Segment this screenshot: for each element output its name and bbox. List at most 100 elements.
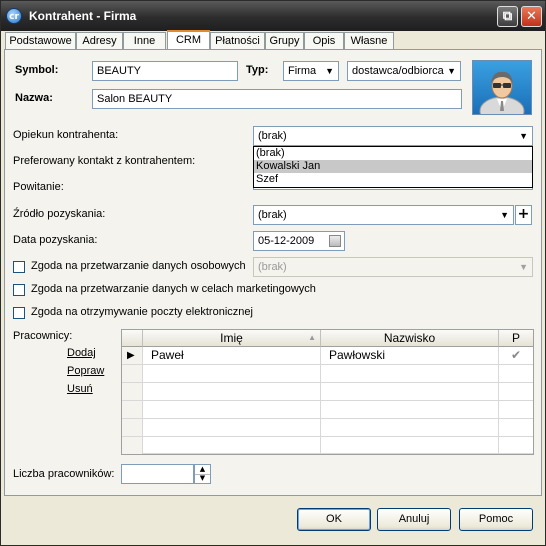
typ2-select-value: dostawca/odbiorca: [352, 65, 444, 77]
zrodlo-select[interactable]: (brak) ▼: [253, 205, 514, 225]
cell-nazwisko[interactable]: Pawłowski: [321, 347, 499, 364]
pracownicy-label: Pracownicy:: [13, 330, 73, 342]
tab-platnosci[interactable]: Płatności: [210, 32, 265, 49]
cell-imie[interactable]: Paweł: [143, 347, 321, 364]
employees-table[interactable]: Imię ▲ Nazwisko P ▶ Paweł Pawłowski ✔: [121, 329, 534, 455]
tab-adresy[interactable]: Adresy: [76, 32, 123, 49]
column-header-nazwisko[interactable]: Nazwisko: [321, 330, 499, 347]
row-indicator-header: [122, 330, 143, 347]
zgoda1-select: (brak) ▼: [253, 257, 533, 277]
chevron-down-icon: ▼: [519, 262, 528, 272]
symbol-label: Symbol:: [15, 64, 59, 76]
dialog-window: cr Kontrahent - Firma ⧉ ✕ Podstawowe Adr…: [0, 0, 546, 546]
add-employee-link[interactable]: Dodaj: [67, 347, 96, 359]
opiekun-select-value: (brak): [258, 130, 287, 142]
tab-opis[interactable]: Opis: [304, 32, 344, 49]
close-button[interactable]: ✕: [521, 6, 542, 27]
arrow-down-icon[interactable]: ▼: [195, 474, 210, 483]
person-icon: [479, 71, 525, 114]
opiekun-dropdown-list[interactable]: (brak) Kowalski Jan Szef: [253, 146, 533, 188]
delete-employee-link[interactable]: Usuń: [67, 383, 93, 395]
data-pozyskania-value: 05-12-2009: [258, 235, 315, 247]
app-logo-icon: cr: [6, 8, 22, 24]
column-header-p[interactable]: P: [499, 330, 533, 347]
nazwa-label: Nazwa:: [15, 92, 53, 104]
column-header-imie[interactable]: Imię ▲: [143, 330, 321, 347]
empty-cell: [321, 437, 499, 454]
row-pointer-icon: ▶: [122, 347, 143, 364]
tab-inne[interactable]: Inne: [123, 32, 166, 49]
calendar-icon[interactable]: [329, 235, 341, 247]
empty-cell: [143, 365, 321, 382]
dropdown-option[interactable]: (brak): [254, 147, 532, 160]
empty-cell: [321, 401, 499, 418]
row-indicator: [122, 419, 143, 436]
empty-cell: [143, 383, 321, 400]
zgoda2-checkbox[interactable]: [13, 284, 25, 296]
row-indicator: [122, 365, 143, 382]
row-indicator: [122, 437, 143, 454]
table-row-empty: [122, 383, 533, 401]
typ-label: Typ:: [246, 64, 269, 76]
add-source-button[interactable]: +: [515, 205, 532, 225]
empty-cell: [143, 437, 321, 454]
tab-crm[interactable]: CRM: [167, 30, 210, 50]
zgoda1-checkbox[interactable]: [13, 261, 25, 273]
empty-cell: [143, 401, 321, 418]
chevron-down-icon: ▼: [500, 210, 509, 220]
table-row-empty: [122, 419, 533, 437]
restore-button[interactable]: ⧉: [497, 6, 518, 27]
ok-button[interactable]: OK: [297, 508, 371, 531]
powitanie-label: Powitanie:: [13, 181, 64, 193]
symbol-input[interactable]: BEAUTY: [92, 61, 238, 81]
zgoda1-label: Zgoda na przetwarzanie danych osobowych: [31, 260, 246, 272]
employee-count-input[interactable]: [121, 464, 194, 484]
zgoda2-label: Zgoda na przetwarzanie danych w celach m…: [31, 283, 316, 295]
close-icon: ✕: [526, 9, 537, 24]
typ-select-value: Firma: [288, 65, 317, 77]
empty-cell: [143, 419, 321, 436]
contractor-avatar[interactable]: [472, 60, 532, 115]
table-row-empty: [122, 401, 533, 419]
zrodlo-select-value: (brak): [258, 209, 287, 221]
opiekun-select[interactable]: (brak) ▼: [253, 126, 533, 146]
empty-cell: [321, 365, 499, 382]
tab-podstawowe[interactable]: Podstawowe: [5, 32, 76, 49]
nazwa-input[interactable]: Salon BEAUTY: [92, 89, 462, 109]
employee-count-label: Liczba pracowników:: [13, 468, 115, 480]
row-indicator: [122, 401, 143, 418]
table-row-empty: [122, 365, 533, 383]
row-indicator: [122, 383, 143, 400]
checkmark-icon[interactable]: ✔: [499, 347, 533, 364]
table-row[interactable]: ▶ Paweł Pawłowski ✔: [122, 347, 533, 365]
plus-icon: +: [517, 206, 530, 222]
column-header-imie-label: Imię: [220, 331, 243, 345]
cancel-button[interactable]: Anuluj: [377, 508, 451, 531]
zgoda3-checkbox[interactable]: [13, 307, 25, 319]
preferowany-label: Preferowany kontakt z kontrahentem:: [13, 155, 196, 167]
title-bar[interactable]: cr Kontrahent - Firma ⧉ ✕: [1, 1, 545, 31]
help-button[interactable]: Pomoc: [459, 508, 533, 531]
zgoda3-label: Zgoda na otrzymywanie poczty elektronicz…: [31, 306, 253, 318]
tab-wlasne[interactable]: Własne: [344, 32, 394, 49]
table-row-empty: [122, 437, 533, 454]
chevron-down-icon: ▼: [447, 66, 456, 76]
sort-icon: ▲: [308, 333, 316, 342]
typ-select[interactable]: Firma ▼: [283, 61, 339, 81]
edit-employee-link[interactable]: Popraw: [67, 365, 104, 377]
employee-count-stepper[interactable]: ▲ ▼: [194, 464, 211, 484]
dropdown-option[interactable]: Szef: [254, 173, 532, 186]
zrodlo-label: Źródło pozyskania:: [13, 208, 106, 220]
empty-cell: [321, 383, 499, 400]
empty-cell: [321, 419, 499, 436]
chevron-down-icon: ▼: [519, 131, 528, 141]
opiekun-label: Opiekun kontrahenta:: [13, 129, 119, 141]
dropdown-option[interactable]: Kowalski Jan: [254, 160, 532, 173]
restore-icon: ⧉: [502, 9, 513, 24]
data-pozyskania-input[interactable]: 05-12-2009: [253, 231, 345, 251]
zgoda1-select-value: (brak): [258, 261, 287, 273]
typ2-select[interactable]: dostawca/odbiorca ▼: [347, 61, 461, 81]
window-title: Kontrahent - Firma: [29, 9, 137, 23]
chevron-down-icon: ▼: [325, 66, 334, 76]
tab-grupy[interactable]: Grupy: [265, 32, 304, 49]
